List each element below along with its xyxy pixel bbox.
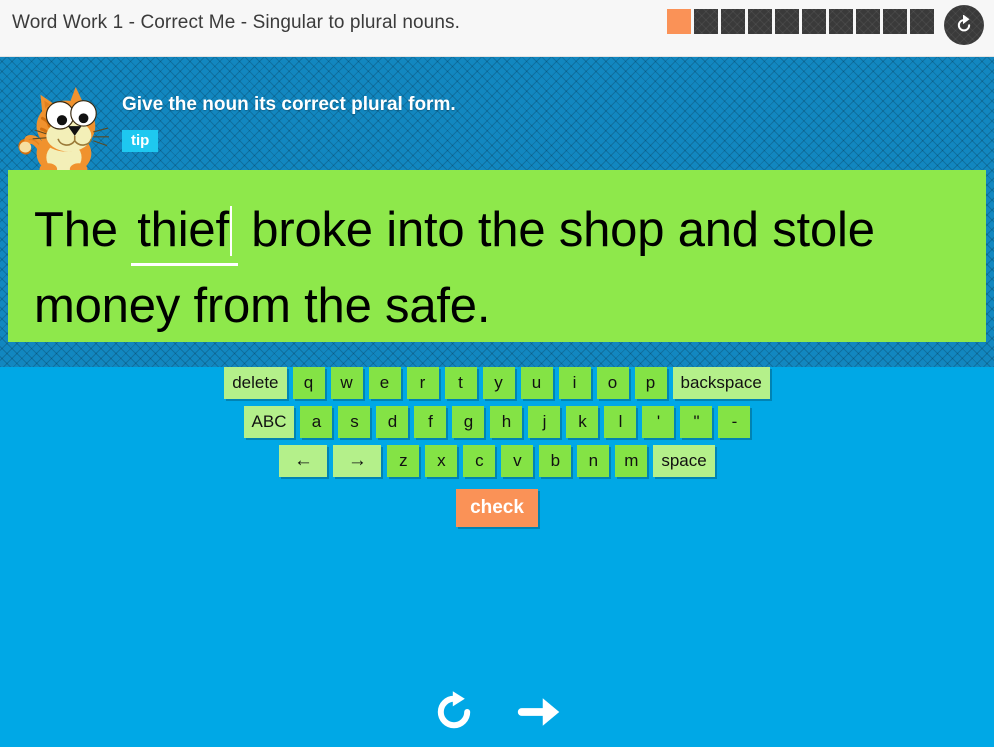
bottom-navigation [0,676,994,747]
key-x[interactable]: x [425,445,458,477]
key-g[interactable]: g [452,406,485,438]
progress-block-pending [721,9,745,34]
progress-block-pending [856,9,880,34]
key-j[interactable]: j [528,406,561,438]
progress-block-completed [667,9,691,34]
key-r[interactable]: r [406,367,439,399]
sentence-panel: The thief broke into the shop and stole … [8,170,986,342]
keyboard-row: delete q w e r t y u i o p backspace [0,367,994,399]
key-f[interactable]: f [414,406,447,438]
key-t[interactable]: t [444,367,477,399]
next-button[interactable] [516,690,564,734]
key-e[interactable]: e [368,367,401,399]
key-y[interactable]: y [482,367,515,399]
progress-block-pending [694,9,718,34]
app-header: Word Work 1 - Correct Me - Singular to p… [0,0,994,57]
key-p[interactable]: p [634,367,667,399]
tip-button[interactable]: tip [122,130,159,152]
key-v[interactable]: v [501,445,534,477]
key-delete[interactable]: delete [224,367,287,399]
keyboard-row: check [0,484,994,527]
key-space[interactable]: space [653,445,715,477]
key-z[interactable]: z [387,445,420,477]
key-k[interactable]: k [566,406,599,438]
instruction-text: Give the noun its correct plural form. [122,94,456,115]
key-s[interactable]: s [338,406,371,438]
header-refresh-button[interactable] [944,5,984,45]
check-button[interactable]: check [456,489,538,527]
progress-block-pending [748,9,772,34]
key-i[interactable]: i [558,367,591,399]
arrow-right-icon [517,697,560,726]
key-u[interactable]: u [520,367,553,399]
refresh-icon [957,15,971,32]
key-c[interactable]: c [463,445,496,477]
key-apostrophe[interactable]: ' [642,406,675,438]
key-hyphen[interactable]: - [718,406,751,438]
replay-button[interactable] [430,688,478,736]
replay-icon [437,690,471,728]
key-a[interactable]: a [300,406,333,438]
key-l[interactable]: l [604,406,637,438]
key-h[interactable]: h [490,406,523,438]
text-caret [229,206,232,256]
progress-block-pending [883,9,907,34]
key-ABC[interactable]: ABC [243,406,295,438]
key-d[interactable]: d [376,406,409,438]
progress-block-pending [802,9,826,34]
progress-block-pending [775,9,799,34]
answer-blank[interactable]: thief [131,199,238,266]
progress-block-pending [910,9,934,34]
key-n[interactable]: n [577,445,610,477]
progress-indicator [667,9,934,34]
key-m[interactable]: m [615,445,648,477]
keyboard-row: ← → z x c v b n m space [0,445,994,477]
activity-stage: Give the noun its correct plural form. t… [0,57,994,367]
key-backspace[interactable]: backspace [672,367,770,399]
on-screen-keyboard: delete q w e r t y u i o p backspace ABC a s d f g h j k l ' " -… [0,367,994,534]
progress-block-pending [829,9,853,34]
answer-value: thief [137,203,229,257]
key-o[interactable]: o [596,367,629,399]
cat-mascot-icon [18,86,109,175]
key-quote[interactable]: " [680,406,713,438]
sentence-before: The [34,203,132,257]
key-arrow-left[interactable]: ← [279,445,328,477]
key-arrow-right[interactable]: → [333,445,382,477]
page-title: Word Work 1 - Correct Me - Singular to p… [12,12,460,33]
sentence-text: The thief broke into the shop and stole … [34,192,960,344]
key-w[interactable]: w [330,367,363,399]
keyboard-row: ABC a s d f g h j k l ' " - [0,406,994,438]
key-q[interactable]: q [292,367,325,399]
word-work-activity: Word Work 1 - Correct Me - Singular to p… [0,0,994,747]
key-b[interactable]: b [539,445,572,477]
